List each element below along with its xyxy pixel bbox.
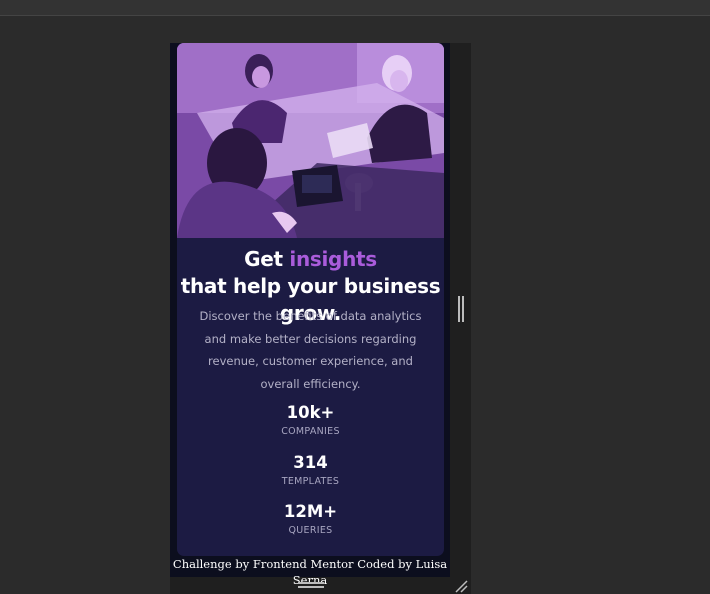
stat-templates: 314 TEMPLATES — [177, 453, 444, 489]
horizontal-resize-handle-icon[interactable] — [298, 582, 324, 588]
headline-start: Get — [244, 247, 290, 271]
browser-chrome-strip — [0, 0, 710, 16]
stat-value: 10k+ — [286, 403, 335, 422]
hero-image — [177, 43, 444, 238]
stats-preview-card: Get insights that help your business gro… — [177, 43, 444, 556]
stat-companies: 10k+ COMPANIES — [177, 403, 444, 439]
stat-label: QUERIES — [288, 525, 333, 536]
attribution-text: Challenge by Frontend Mentor Coded by Lu… — [172, 557, 448, 587]
hero-image-illustration — [177, 43, 444, 238]
preview-viewport: Get insights that help your business gro… — [170, 43, 450, 587]
card-description: Discover the benefits of data analytics … — [199, 309, 422, 392]
stat-value: 314 — [293, 453, 328, 472]
headline-accent: insights — [289, 247, 377, 271]
corner-resize-grip-icon[interactable] — [454, 579, 468, 593]
vertical-resize-handle-icon[interactable] — [458, 296, 464, 322]
stat-value: 12M+ — [283, 502, 338, 521]
stat-label: COMPANIES — [281, 426, 340, 437]
stat-queries: 12M+ QUERIES — [177, 502, 444, 538]
responsive-preview-frame: Get insights that help your business gro… — [170, 43, 471, 594]
stat-label: TEMPLATES — [281, 476, 340, 487]
